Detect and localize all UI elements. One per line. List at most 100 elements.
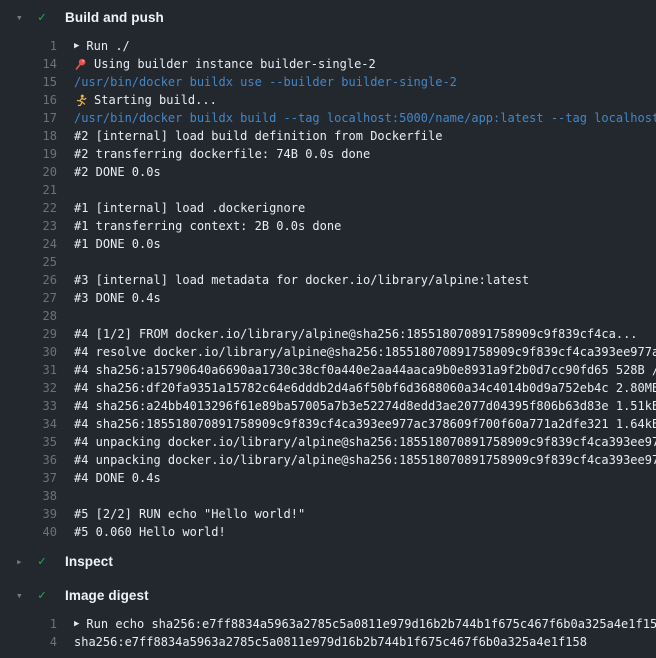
triangle-right-icon[interactable]: ▸ xyxy=(16,556,28,567)
log-line-content: #1 [internal] load .dockerignore xyxy=(74,201,656,215)
line-number[interactable]: 21 xyxy=(0,183,57,197)
line-number[interactable]: 34 xyxy=(0,417,57,431)
log-line: 17/usr/bin/docker buildx build --tag loc… xyxy=(0,109,656,127)
log-line: 15/usr/bin/docker buildx use --builder b… xyxy=(0,73,656,91)
line-number[interactable]: 37 xyxy=(0,471,57,485)
line-number[interactable]: 26 xyxy=(0,273,57,287)
runner-icon xyxy=(74,94,88,107)
log-line-content: #4 sha256:a15790640a6690aa1730c38cf0a440… xyxy=(74,363,656,377)
line-number[interactable]: 40 xyxy=(0,525,57,539)
log-line: 36 #4 unpacking docker.io/library/alpine@… xyxy=(0,451,656,469)
log-line: 29 #4 [1/2] FROM docker.io/library/alpine… xyxy=(0,325,656,343)
line-number[interactable]: 16 xyxy=(0,93,57,107)
triangle-down-icon[interactable]: ▾ xyxy=(16,12,28,23)
check-icon: ✓ xyxy=(38,555,53,568)
line-number[interactable]: 28 xyxy=(0,309,57,323)
log-line-content: #3 [internal] load metadata for docker.i… xyxy=(74,273,656,287)
line-number[interactable]: 14 xyxy=(0,57,57,71)
log-text: #2 transferring dockerfile: 74B 0.0s don… xyxy=(74,147,370,161)
log-text: #4 DONE 0.4s xyxy=(74,471,161,485)
log-text: #1 DONE 0.0s xyxy=(74,237,161,251)
log-line-content: #4 unpacking docker.io/library/alpine@sh… xyxy=(74,435,656,449)
section-title: Build and push xyxy=(65,10,164,25)
log-lines: 1 ▶ Run ./ 14Using builder instance builder… xyxy=(0,34,656,544)
line-number[interactable]: 30 xyxy=(0,345,57,359)
section-header-image-digest[interactable]: ▾✓Image digest xyxy=(0,578,656,612)
log-line: 20 #2 DONE 0.0s xyxy=(0,163,656,181)
line-number[interactable]: 25 xyxy=(0,255,57,269)
log-line: 39 #5 [2/2] RUN echo "Hello world!" xyxy=(0,505,656,523)
log-line-content: #2 [internal] load build definition from… xyxy=(74,129,656,143)
run-expander-icon[interactable]: ▶ xyxy=(74,620,79,629)
log-text: #5 [2/2] RUN echo "Hello world!" xyxy=(74,507,305,521)
log-line: 35 #4 unpacking docker.io/library/alpine@… xyxy=(0,433,656,451)
log-line-content: #5 0.060 Hello world! xyxy=(74,525,656,539)
log-line-content: #4 [1/2] FROM docker.io/library/alpine@s… xyxy=(74,327,656,341)
section-header-build-and-push[interactable]: ▾✓Build and push xyxy=(0,0,656,34)
log-line-content: #4 resolve docker.io/library/alpine@sha2… xyxy=(74,345,656,359)
log-text: #2 [internal] load build definition from… xyxy=(74,129,442,143)
log-line-content: #4 sha256:df20fa9351a15782c64e6dddb2d4a6… xyxy=(74,381,656,395)
log-text: #4 sha256:df20fa9351a15782c64e6dddb2d4a6… xyxy=(74,381,656,395)
log-line: 1 ▶ Run ./ xyxy=(0,37,656,55)
log-line: 37 #4 DONE 0.4s xyxy=(0,469,656,487)
log-line: 4 sha256:e7ff8834a5963a2785c5a0811e979d16… xyxy=(0,633,656,651)
section-title: Inspect xyxy=(65,554,113,569)
section-header-inspect[interactable]: ▸ ✓ Inspect xyxy=(0,544,656,578)
log-line-content: /usr/bin/docker buildx build --tag local… xyxy=(74,111,656,125)
line-number[interactable]: 1 xyxy=(0,617,57,631)
log-line-content: #4 DONE 0.4s xyxy=(74,471,656,485)
log-line: 23 #1 transferring context: 2B 0.0s done xyxy=(0,217,656,235)
line-number[interactable]: 20 xyxy=(0,165,57,179)
line-number[interactable]: 38 xyxy=(0,489,57,503)
triangle-down-icon[interactable]: ▾ xyxy=(16,590,28,601)
log-line-content: ▶ Run ./ xyxy=(74,39,656,53)
pushpin-icon xyxy=(74,58,88,71)
line-number[interactable]: 35 xyxy=(0,435,57,449)
line-number[interactable]: 33 xyxy=(0,399,57,413)
log-line: 19 #2 transferring dockerfile: 74B 0.0s d… xyxy=(0,145,656,163)
log-text: #1 [internal] load .dockerignore xyxy=(74,201,305,215)
log-text: Run ./ xyxy=(86,39,129,53)
line-number[interactable]: 17 xyxy=(0,111,57,125)
log-line: 21 xyxy=(0,181,656,199)
log-line: 26 #3 [internal] load metadata for docker… xyxy=(0,271,656,289)
log-line-content: #1 transferring context: 2B 0.0s done xyxy=(74,219,656,233)
log-text: #3 [internal] load metadata for docker.i… xyxy=(74,273,529,287)
log-line-content: #4 unpacking docker.io/library/alpine@sh… xyxy=(74,453,656,467)
line-number[interactable]: 32 xyxy=(0,381,57,395)
log-line: 38 xyxy=(0,487,656,505)
log-line: 31 #4 sha256:a15790640a6690aa1730c38cf0a4… xyxy=(0,361,656,379)
workflow-log: ▾✓Build and push1▶Run ./14Using builder … xyxy=(0,0,656,654)
line-number[interactable]: 4 xyxy=(0,635,57,649)
line-number[interactable]: 19 xyxy=(0,147,57,161)
log-lines: 1▶Run echo sha256:e7ff8834a5963a2785c5a0… xyxy=(0,612,656,654)
line-number[interactable]: 15 xyxy=(0,75,57,89)
log-text: #5 0.060 Hello world! xyxy=(74,525,226,539)
section-title: Image digest xyxy=(65,588,149,603)
line-number[interactable]: 23 xyxy=(0,219,57,233)
log-text: #4 resolve docker.io/library/alpine@sha2… xyxy=(74,345,656,359)
line-number[interactable]: 36 xyxy=(0,453,57,467)
log-line: 14Using builder instance builder-single-… xyxy=(0,55,656,73)
log-text: #4 unpacking docker.io/library/alpine@sh… xyxy=(74,435,656,449)
log-line-content: sha256:e7ff8834a5963a2785c5a0811e979d16b… xyxy=(74,635,656,649)
run-expander-icon[interactable]: ▶ xyxy=(74,42,79,51)
log-text: #4 unpacking docker.io/library/alpine@sh… xyxy=(74,453,656,467)
log-line-content: Starting build... xyxy=(74,93,656,107)
line-number[interactable]: 31 xyxy=(0,363,57,377)
log-line-content: #2 DONE 0.0s xyxy=(74,165,656,179)
log-line-content: #2 transferring dockerfile: 74B 0.0s don… xyxy=(74,147,656,161)
line-number[interactable]: 27 xyxy=(0,291,57,305)
line-number[interactable]: 39 xyxy=(0,507,57,521)
line-number[interactable]: 18 xyxy=(0,129,57,143)
command-text: /usr/bin/docker buildx build --tag local… xyxy=(74,111,656,125)
log-line-content: /usr/bin/docker buildx use --builder bui… xyxy=(74,75,656,89)
line-number[interactable]: 22 xyxy=(0,201,57,215)
log-line-content: #4 sha256:a24bb4013296f61e89ba57005a7b3e… xyxy=(74,399,656,413)
log-text: sha256:e7ff8834a5963a2785c5a0811e979d16b… xyxy=(74,635,587,649)
log-text: #2 DONE 0.0s xyxy=(74,165,161,179)
line-number[interactable]: 1 xyxy=(0,39,57,53)
line-number[interactable]: 24 xyxy=(0,237,57,251)
line-number[interactable]: 29 xyxy=(0,327,57,341)
